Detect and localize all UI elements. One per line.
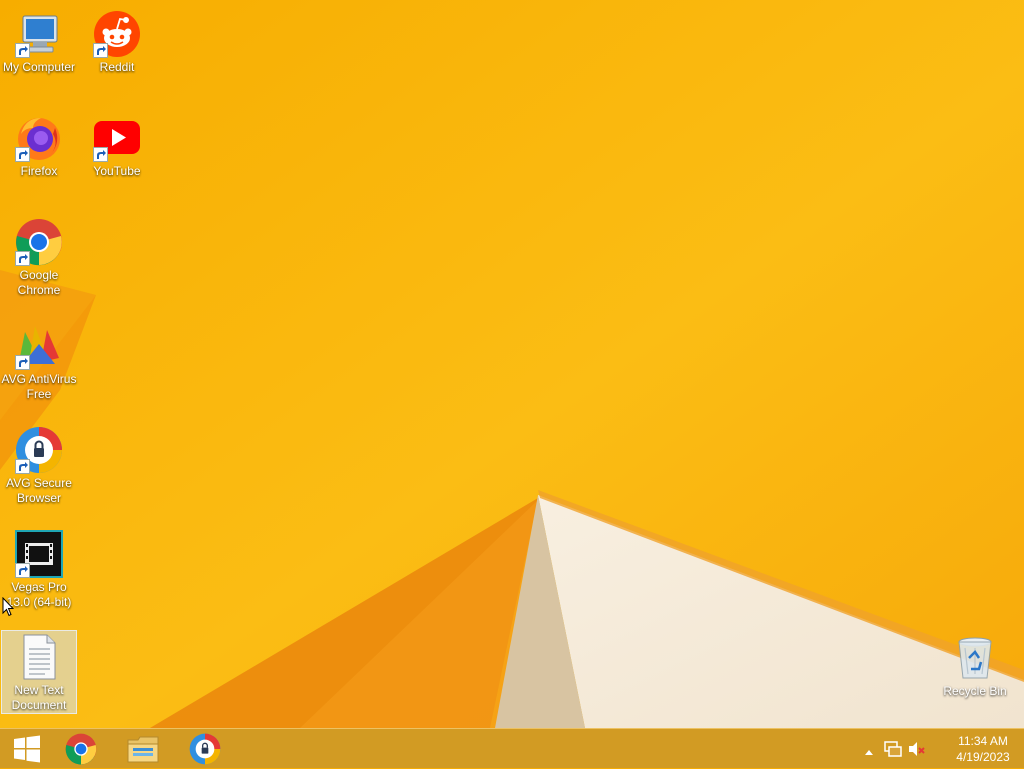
desktop-icon-label: Firefox bbox=[20, 164, 58, 178]
reddit-icon bbox=[93, 10, 141, 58]
desktop-icon-reddit[interactable]: Reddit bbox=[79, 8, 155, 75]
chrome-icon bbox=[15, 218, 63, 266]
avg-browser-icon bbox=[189, 733, 221, 765]
desktop-icon-label: New Text Document bbox=[11, 683, 67, 712]
clock-time: 11:34 AM bbox=[958, 734, 1008, 748]
computer-icon bbox=[15, 10, 63, 58]
shortcut-arrow-icon bbox=[15, 563, 30, 578]
clock-date: 4/19/2023 bbox=[956, 750, 1010, 764]
recycle-bin-icon bbox=[951, 634, 999, 682]
desktop-icon-label: AVG Secure Browser bbox=[6, 476, 72, 505]
desktop-icon-label: Reddit bbox=[99, 60, 135, 74]
desktop-icon-label: My Computer bbox=[2, 60, 76, 74]
avg-antivirus-icon bbox=[15, 322, 63, 370]
wallpaper bbox=[0, 0, 1024, 728]
volume-muted-icon[interactable] bbox=[908, 741, 926, 762]
taskbar-file-explorer[interactable] bbox=[116, 729, 170, 769]
desktop-icon-recycle-bin[interactable]: Recycle Bin bbox=[937, 632, 1013, 699]
system-tray: 11:34 AM 4/19/2023 bbox=[864, 729, 1024, 769]
desktop-icon-label: Google Chrome bbox=[17, 268, 61, 297]
desktop-icon-firefox[interactable]: Firefox bbox=[1, 112, 77, 179]
desktop-icon-youtube[interactable]: YouTube bbox=[79, 112, 155, 179]
desktop-icon-label: AVG AntiVirus Free bbox=[1, 372, 77, 401]
desktop-icon-label: Recycle Bin bbox=[943, 684, 1007, 698]
shortcut-arrow-icon bbox=[15, 147, 30, 162]
shortcut-arrow-icon bbox=[15, 43, 30, 58]
taskbar: 11:34 AM 4/19/2023 bbox=[0, 728, 1024, 768]
desktop-icon-avg-antivirus[interactable]: AVG AntiVirus Free bbox=[1, 320, 77, 402]
clock[interactable]: 11:34 AM 4/19/2023 bbox=[950, 733, 1016, 765]
shortcut-arrow-icon bbox=[93, 147, 108, 162]
chrome-icon bbox=[65, 733, 97, 765]
shortcut-arrow-icon bbox=[93, 43, 108, 58]
desktop-icon-label: YouTube bbox=[93, 164, 141, 178]
firefox-icon bbox=[15, 114, 63, 162]
folder-icon bbox=[127, 736, 159, 763]
desktop-icon-avg-secure-browser[interactable]: AVG Secure Browser bbox=[1, 424, 77, 506]
shortcut-arrow-icon bbox=[15, 459, 30, 474]
start-button[interactable] bbox=[0, 729, 54, 769]
chevron-up-icon[interactable] bbox=[864, 743, 874, 761]
windows-logo-icon bbox=[14, 735, 40, 763]
taskbar-avg-browser[interactable] bbox=[178, 729, 232, 769]
shortcut-arrow-icon bbox=[15, 251, 30, 266]
youtube-icon bbox=[93, 114, 141, 162]
desktop-icon-google-chrome[interactable]: Google Chrome bbox=[1, 216, 77, 298]
network-icon[interactable] bbox=[884, 741, 902, 762]
desktop-icon-my-computer[interactable]: My Computer bbox=[1, 8, 77, 75]
desktop-icon-new-text-document[interactable]: New Text Document bbox=[1, 630, 77, 714]
text-document-icon bbox=[15, 633, 63, 681]
vegas-pro-icon bbox=[15, 530, 63, 578]
shortcut-arrow-icon bbox=[15, 355, 30, 370]
mouse-cursor-icon bbox=[2, 597, 14, 617]
taskbar-chrome[interactable] bbox=[54, 729, 108, 769]
avg-browser-icon bbox=[15, 426, 63, 474]
